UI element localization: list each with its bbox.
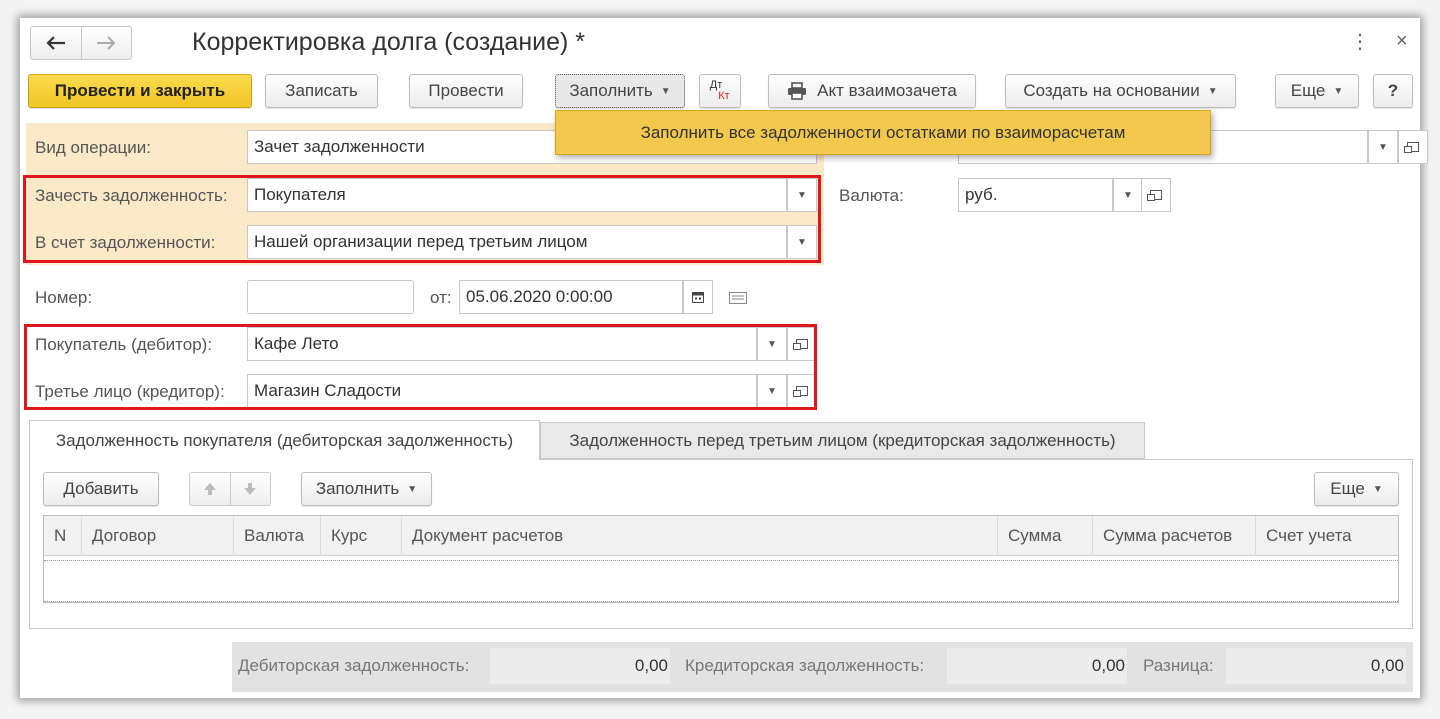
tab-credit[interactable]: Задолженность перед третьим лицом (креди… [540,422,1145,459]
organization-open[interactable] [1398,130,1428,164]
arrow-right-icon [97,36,116,50]
difference-label: Разница: [1143,656,1214,675]
post-and-close-button[interactable]: Провести и закрыть [28,74,252,108]
printer-icon [788,82,807,100]
dt-kt-button[interactable]: Дт Кт [699,74,741,108]
open-form-icon [1147,190,1162,201]
column-contract[interactable]: Договор [82,516,234,556]
highlight-frame-parties [24,324,817,410]
currency-open[interactable] [1141,178,1171,212]
calendar-button[interactable] [683,280,713,314]
more-label: Еще [1290,81,1326,100]
number-field[interactable] [247,280,414,314]
chevron-down-icon: ▼ [660,85,671,97]
difference-value: 0,00 [1226,648,1406,684]
table-fill-button[interactable]: Заполнить ▼ [301,472,432,506]
calendar-icon [692,292,704,303]
currency-label: Валюта: [839,186,904,205]
arrow-left-icon [46,36,65,50]
create-based-label: Создать на основании [1023,81,1200,100]
debit-total-value: 0,00 [490,648,670,684]
fill-menu: Заполнить все задолженности остатками по… [555,110,1211,155]
organization-dropdown[interactable]: ▼ [1368,130,1398,164]
help-button[interactable]: ? [1373,74,1413,108]
open-form-icon [1404,142,1419,153]
credit-total-value: 0,00 [947,648,1127,684]
move-up-button[interactable] [190,473,231,505]
debt-table[interactable]: N Договор Валюта Курс Документ расчетов … [43,515,1399,603]
close-icon[interactable]: × [1396,30,1408,53]
kt-label: Кт [718,90,730,102]
table-empty-row [44,560,1398,602]
highlight-frame-debt [23,175,821,263]
table-more-button[interactable]: Еще ▼ [1314,472,1399,506]
tab-debit[interactable]: Задолженность покупателя (дебиторская за… [29,420,540,460]
save-button[interactable]: Записать [265,74,378,108]
number-label: Номер: [35,288,93,307]
arrow-down-icon [244,483,257,495]
column-rate[interactable]: Курс [321,516,402,556]
create-based-button[interactable]: Создать на основании ▼ [1005,74,1236,108]
currency-field[interactable]: руб. [958,178,1113,212]
table-fill-label: Заполнить [315,479,400,498]
fill-label: Заполнить [569,81,653,100]
column-amount[interactable]: Сумма [998,516,1093,556]
currency-dropdown[interactable]: ▼ [1113,178,1143,212]
move-down-button[interactable] [231,473,271,505]
add-row-button[interactable]: Добавить [43,472,159,506]
column-document[interactable]: Документ расчетов [402,516,998,556]
fill-all-debts-item[interactable]: Заполнить все задолженности остатками по… [641,123,1126,143]
move-buttons [189,472,271,506]
chevron-down-icon: ▼ [1378,141,1388,153]
more-button[interactable]: Еще ▼ [1275,74,1359,108]
debit-total-label: Дебиторская задолженность: [238,656,470,675]
credit-total-label: Кредиторская задолженность: [685,656,925,675]
kebab-menu-icon[interactable]: ⋮ [1350,32,1370,52]
column-n[interactable]: N [44,516,82,556]
chevron-down-icon: ▼ [407,483,418,495]
act-button[interactable]: Акт взаимозачета [768,74,976,108]
chevron-down-icon: ▼ [1372,483,1383,495]
comment-icon[interactable] [729,291,747,304]
document-window: Корректировка долга (создание) * ⋮ × Про… [20,18,1428,698]
chevron-down-icon: ▼ [1333,85,1344,97]
back-button[interactable] [31,27,82,59]
table-header: N Договор Валюта Курс Документ расчетов … [44,516,1398,556]
chevron-down-icon: ▼ [1207,85,1218,97]
arrow-up-icon [203,483,216,495]
fill-dropdown-button[interactable]: Заполнить ▼ [555,74,685,108]
column-settlement-amount[interactable]: Сумма расчетов [1093,516,1256,556]
post-button[interactable]: Провести [409,74,523,108]
nav-buttons [30,26,132,60]
act-label: Акт взаимозачета [817,81,957,100]
forward-button[interactable] [82,27,132,59]
table-more-label: Еще [1330,479,1365,498]
window-title: Корректировка долга (создание) * [192,28,585,56]
operation-label: Вид операции: [35,138,151,157]
date-label: от: [430,288,452,307]
tab-credit-label: Задолженность перед третьим лицом (креди… [569,430,1116,450]
column-account[interactable]: Счет учета [1256,516,1398,556]
tab-debit-label: Задолженность покупателя (дебиторская за… [55,430,514,450]
column-currency[interactable]: Валюта [234,516,321,556]
date-field[interactable]: 05.06.2020 0:00:00 [459,280,683,314]
chevron-down-icon: ▼ [1123,189,1133,201]
